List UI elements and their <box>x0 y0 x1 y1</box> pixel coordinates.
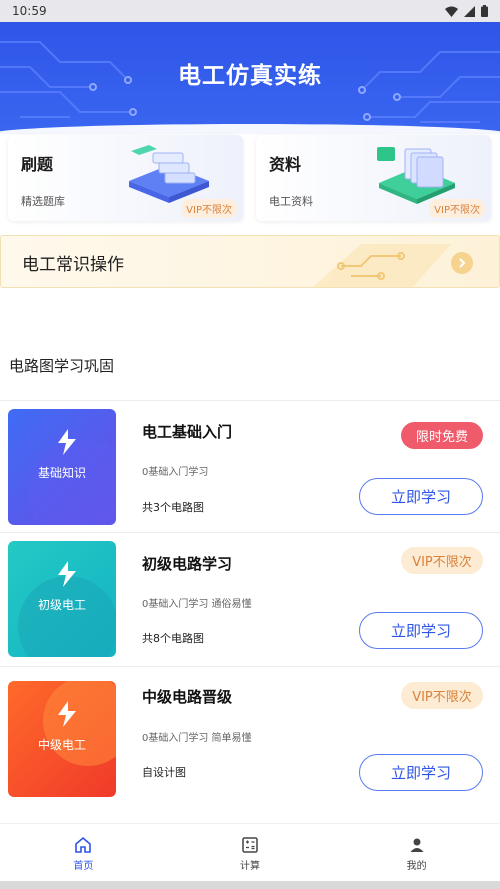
status-time: 10:59 <box>12 4 47 18</box>
practice-card-subtitle: 精选题库 <box>21 195 65 208</box>
course-thumbnail: 初级电工 <box>8 541 116 657</box>
circuit-board-decoration <box>313 244 451 287</box>
tab-home[interactable]: 首页 <box>0 824 167 881</box>
tab-mine-label: 我的 <box>406 861 427 872</box>
lightning-icon <box>58 701 76 727</box>
thumbnail-label: 基础知识 <box>37 466 86 480</box>
calculator-icon <box>242 837 258 853</box>
page-title: 电工仿真实练 <box>178 63 322 89</box>
course-title: 电工基础入门 <box>142 423 233 441</box>
free-tag: 限时免费 <box>401 422 483 449</box>
practice-card[interactable]: 刷题 精选题库 VIP不限次 <box>8 135 243 221</box>
lightning-icon <box>58 429 76 455</box>
materials-illustration <box>377 147 455 204</box>
vip-tag: VIP不限次 <box>401 547 483 574</box>
course-description: 0基础入门学习 通俗易懂 <box>142 599 252 610</box>
wifi-icon <box>445 6 458 17</box>
lightning-icon <box>58 561 76 587</box>
course-count: 共8个电路图 <box>142 632 204 645</box>
course-item[interactable]: 基础知识 电工基础入门 限时免费 0基础入门学习 共3个电路图 立即学习 <box>0 400 500 532</box>
thumbnail-label: 中级电工 <box>37 738 86 752</box>
electrical-basics-banner[interactable]: 电工常识操作 <box>0 235 500 288</box>
materials-card-subtitle: 电工资料 <box>269 195 313 208</box>
course-count: 自设计图 <box>142 766 186 779</box>
course-title: 中级电路晋级 <box>142 688 233 706</box>
banner-title: 电工常识操作 <box>22 255 124 275</box>
thumbnail-label: 初级电工 <box>37 598 86 612</box>
materials-card[interactable]: 资料 电工资料 VIP不限次 <box>256 135 491 221</box>
course-thumbnail: 基础知识 <box>8 409 116 525</box>
tab-calculate[interactable]: 计算 <box>167 824 334 881</box>
course-title: 初级电路学习 <box>142 555 233 573</box>
tab-home-label: 首页 <box>73 861 94 872</box>
chevron-right-icon <box>459 258 466 268</box>
status-bar: 10:59 <box>0 0 500 22</box>
bottom-tab-bar: 首页 计算 我的 <box>0 823 500 881</box>
course-item[interactable]: 初级电工 初级电路学习 VIP不限次 0基础入门学习 通俗易懂 共8个电路图 立… <box>0 532 500 666</box>
status-icons <box>445 5 488 17</box>
battery-icon <box>481 5 488 17</box>
practice-card-vip-badge: VIP不限次 <box>181 199 237 218</box>
materials-card-vip-badge: VIP不限次 <box>429 199 485 218</box>
practice-card-title: 刷题 <box>21 155 54 174</box>
question-bank-illustration <box>129 145 209 203</box>
course-item[interactable]: 中级电工 中级电路晋级 VIP不限次 0基础入门学习 简单易懂 自设计图 立即学… <box>0 666 500 808</box>
banner-arrow-button[interactable] <box>451 252 473 274</box>
tab-mine[interactable]: 我的 <box>333 824 500 881</box>
tab-calculate-label: 计算 <box>240 861 260 872</box>
vip-tag: VIP不限次 <box>401 682 483 709</box>
study-now-button[interactable]: 立即学习 <box>359 612 483 649</box>
section-title: 电路图学习巩固 <box>9 357 115 375</box>
study-now-button[interactable]: 立即学习 <box>359 478 483 515</box>
system-nav-strip <box>0 881 500 889</box>
header-banner: 电工仿真实练 <box>0 22 500 134</box>
course-description: 0基础入门学习 <box>142 467 209 478</box>
course-thumbnail: 中级电工 <box>8 681 116 797</box>
materials-card-title: 资料 <box>269 155 302 174</box>
user-icon <box>410 838 424 852</box>
study-now-button[interactable]: 立即学习 <box>359 754 483 791</box>
course-count: 共3个电路图 <box>142 501 204 514</box>
home-icon <box>75 836 92 853</box>
signal-icon <box>464 5 475 17</box>
course-description: 0基础入门学习 简单易懂 <box>142 733 252 744</box>
